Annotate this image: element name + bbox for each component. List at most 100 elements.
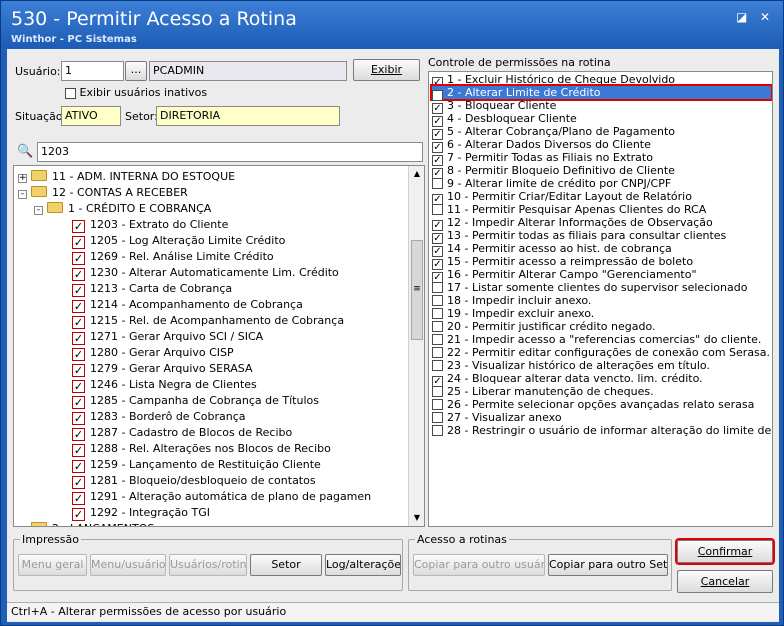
tree-item-checkbox[interactable]: ✓ [72,284,85,297]
permission-item[interactable]: 19 - Impedir excluir anexo. [432,307,594,320]
tree-item[interactable]: ✓ 1291 - Alteração automática de plano de… [72,489,371,505]
search-input[interactable]: 1203 [37,142,423,162]
tree-item[interactable]: ✓ 1259 - Lançamento de Restituição Client… [72,457,321,473]
tree-item-checkbox[interactable]: ✓ [72,476,85,489]
permission-item-selected[interactable]: ✓ 2 - Alterar Limite de Crédito [430,84,772,101]
permission-checkbox[interactable] [432,425,443,436]
menu-usuario-button[interactable]: Menu/usuário [90,554,166,576]
permission-item[interactable]: ✓ 12 - Impedir Alterar Informações de Obs… [432,216,713,231]
tree-item[interactable]: ✓ 1271 - Gerar Arquivo SCI / SICA [72,329,263,345]
restore-icon[interactable]: ◪ [736,10,747,24]
permission-checkbox[interactable] [432,282,443,293]
permission-checkbox[interactable] [432,308,443,319]
tree-folder[interactable]: - 12 - CONTAS A RECEBER [18,185,188,201]
permission-item[interactable]: 18 - Impedir incluir anexo. [432,294,591,307]
tree-item[interactable]: ✓ 1215 - Rel. de Acompanhamento de Cobran… [72,313,344,329]
tree-folder[interactable]: +2 - LANCAMENTOS [18,521,154,527]
permission-item[interactable]: ✓ 8 - Permitir Bloqueio Definitivo de Cli… [432,164,675,179]
permission-item[interactable]: ✓ 7 - Permitir Todas as Filiais no Extrat… [432,151,653,166]
show-button[interactable]: Exibir [353,59,420,81]
scroll-down-icon[interactable]: ▼ [409,510,424,526]
permission-item[interactable]: 9 - Alterar limite de crédito por CNPJ/C… [432,177,671,190]
permission-item[interactable]: 22 - Permitir editar configurações de co… [432,346,770,359]
permission-checkbox[interactable] [432,334,443,345]
copy-to-user-button[interactable]: Copiar para outro usuário [413,554,545,576]
permission-item[interactable]: 20 - Permitir justificar crédito negado. [432,320,655,333]
cancel-button[interactable]: Cancelar [677,570,773,593]
expand-icon[interactable]: + [19,526,27,527]
tree-item[interactable]: ✓ 1205 - Log Alteração Limite Crédito [72,233,285,249]
permissions-list[interactable]: ✓ 1 - Excluir Histórico de Cheque Devolvi… [428,71,773,527]
permission-item[interactable]: ✓ 10 - Permitir Criar/Editar Layout de Re… [432,190,692,205]
permission-checkbox[interactable] [432,399,443,410]
tree-item[interactable]: ✓ 1285 - Campanha de Cobrança de Títulos [72,393,319,409]
permission-item[interactable]: ✓ 13 - Permitir todas as filiais para con… [432,229,726,244]
tree-item[interactable]: ✓ 1203 - Extrato do Cliente [72,217,228,233]
permission-item[interactable]: 21 - Impedir acesso a "referencias comer… [432,333,761,346]
tree-folder[interactable]: +11 - ADM. INTERNA DO ESTOQUE [18,169,235,185]
inactive-users-option[interactable]: Exibir usuários inativos [65,86,207,99]
close-icon[interactable]: ✕ [760,10,770,24]
copy-to-sector-button[interactable]: Copiar para outro Setor [548,554,668,576]
collapse-icon[interactable]: - [34,206,43,215]
tree-item-checkbox[interactable]: ✓ [72,508,85,521]
tree-item[interactable]: ✓ 1292 - Integração TGI [72,505,210,521]
tree-item-checkbox[interactable]: ✓ [72,428,85,441]
tree-item[interactable]: ✓ 1281 - Bloqueio/desbloqueio de contatos [72,473,316,489]
tree-item-checkbox[interactable]: ✓ [72,396,85,409]
permission-checkbox[interactable] [432,347,443,358]
tree-item-checkbox[interactable]: ✓ [72,252,85,265]
tree-item[interactable]: ✓ 1269 - Rel. Análise Limite Crédito [72,249,274,265]
permission-checkbox[interactable] [432,321,443,332]
permission-checkbox[interactable] [432,360,443,371]
browse-user-button[interactable]: ... [125,61,147,81]
user-code-input[interactable]: 1 [61,61,124,81]
inactive-users-checkbox[interactable] [65,87,76,99]
confirm-button[interactable]: Confirmar [675,538,775,565]
tree-folder[interactable]: - 1 - CRÉDITO E COBRANÇA [34,201,211,217]
tree-item[interactable]: ✓ 1279 - Gerar Arquivo SERASA [72,361,253,377]
menu-geral-button[interactable]: Menu geral [18,554,87,576]
permission-checkbox[interactable] [432,295,443,306]
permission-item[interactable]: ✓ 4 - Desbloquear Cliente [432,112,577,127]
tree-item[interactable]: ✓ 1213 - Carta de Cobrança [72,281,232,297]
permission-item[interactable]: 25 - Liberar manutenção de cheques. [432,385,654,398]
permission-item[interactable]: ✓ 16 - Permitir Alterar Campo "Gerenciame… [432,268,697,283]
permission-item[interactable]: ✓ 3 - Bloquear Cliente [432,99,556,114]
log-alteracoes-button[interactable]: Log/alterações [325,554,401,576]
permission-item[interactable]: ✓ 24 - Bloquear alterar data vencto. lim.… [432,372,703,387]
tree-item-checkbox[interactable]: ✓ [72,220,85,233]
tree-item-checkbox[interactable]: ✓ [72,316,85,329]
tree-item-checkbox[interactable]: ✓ [72,268,85,281]
permission-item[interactable]: ✓ 6 - Alterar Dados Diversos do Cliente [432,138,651,153]
tree-scrollbar[interactable]: ▲ ≡ ▼ [408,166,424,526]
tree-item-checkbox[interactable]: ✓ [72,364,85,377]
tree-item-checkbox[interactable]: ✓ [72,460,85,473]
permission-item[interactable]: 23 - Visualizar histórico de alterações … [432,359,710,372]
usuarios-rotina-button[interactable]: Usuários/rotina [169,554,247,576]
tree-item[interactable]: ✓ 1280 - Gerar Arquivo CISP [72,345,234,361]
tree-item[interactable]: ✓ 1230 - Alterar Automaticamente Lim. Cré… [72,265,339,281]
permission-checkbox[interactable] [432,386,443,397]
permission-item[interactable]: 27 - Visualizar anexo [432,411,562,424]
permission-item[interactable]: ✓ 15 - Permitir acesso a reimpressão de b… [432,255,693,270]
collapse-icon[interactable]: - [18,190,27,199]
permission-item[interactable]: ✓ 14 - Permitir acesso ao hist. de cobran… [432,242,672,257]
tree-item-checkbox[interactable]: ✓ [72,380,85,393]
scroll-up-icon[interactable]: ▲ [409,166,424,182]
tree-item-checkbox[interactable]: ✓ [72,332,85,345]
expand-icon[interactable]: + [18,174,27,183]
permission-item[interactable]: 28 - Restringir o usuário de informar al… [432,424,772,437]
permission-checkbox[interactable] [432,178,443,189]
setor-button[interactable]: Setor [250,554,322,576]
scroll-thumb[interactable]: ≡ [411,240,423,340]
routine-tree[interactable]: +11 - ADM. INTERNA DO ESTOQUE -12 - CONTA… [13,165,425,527]
tree-item-checkbox[interactable]: ✓ [72,492,85,505]
tree-item-checkbox[interactable]: ✓ [72,444,85,457]
permission-checkbox[interactable] [432,412,443,423]
tree-item-checkbox[interactable]: ✓ [72,300,85,313]
permission-item[interactable]: 17 - Listar somente clientes do supervis… [432,281,747,294]
permission-checkbox[interactable] [432,204,443,215]
permission-item[interactable]: 26 - Permite selecionar opções avançadas… [432,398,754,411]
tree-item-checkbox[interactable]: ✓ [72,236,85,249]
